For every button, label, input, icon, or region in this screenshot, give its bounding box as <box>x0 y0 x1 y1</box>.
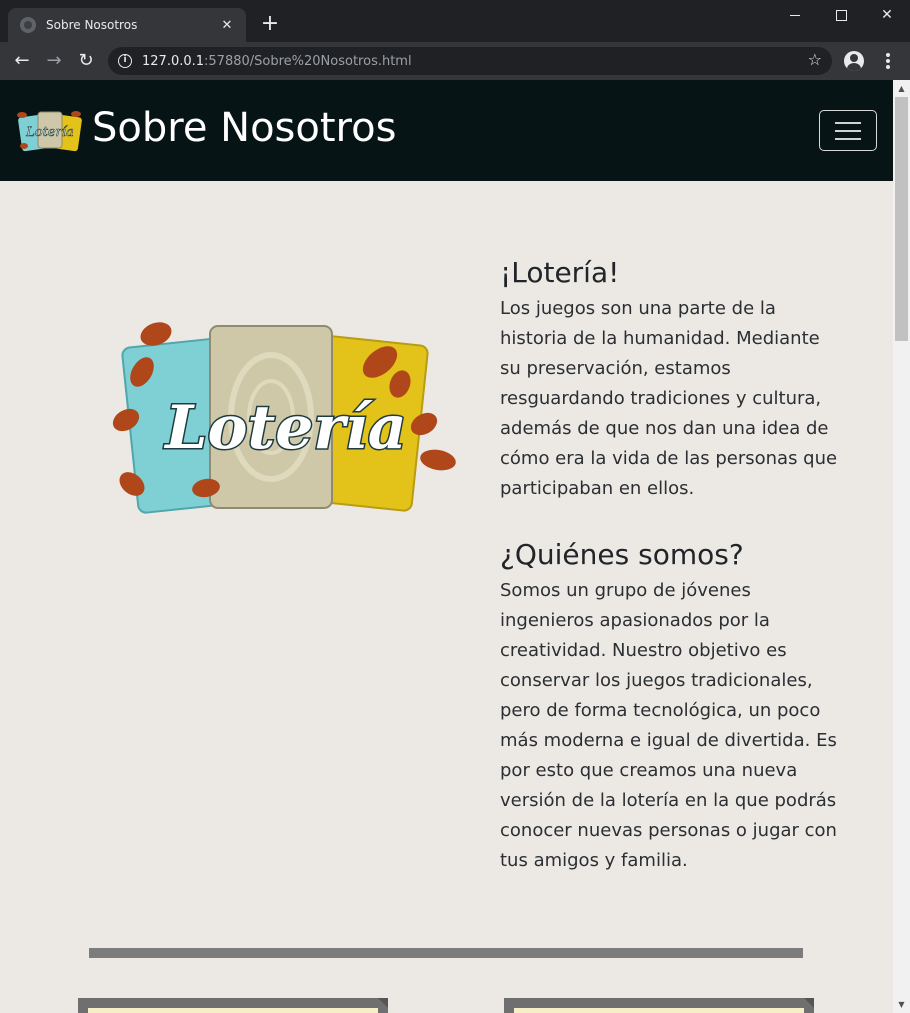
tab-close-icon[interactable]: ✕ <box>218 18 236 33</box>
hero-logo-text: Lotería <box>163 393 406 463</box>
new-tab-button[interactable]: + <box>258 12 282 36</box>
team-card-left <box>78 998 388 1013</box>
forward-button[interactable]: → <box>40 47 68 75</box>
bookmark-star-icon[interactable]: ☆ <box>808 50 822 69</box>
back-button[interactable]: ← <box>8 47 36 75</box>
loteria-brand-logo[interactable]: Lotería <box>16 106 84 154</box>
scroll-up-arrow-icon[interactable]: ▲ <box>893 80 910 97</box>
address-bar[interactable]: i 127.0.0.1:57880/Sobre%20Nosotros.html … <box>108 47 832 75</box>
profile-icon[interactable] <box>844 51 864 71</box>
brand-logo-text: Lotería <box>25 125 74 140</box>
scroll-down-arrow-icon[interactable]: ▼ <box>893 996 910 1013</box>
page-viewport: Lotería Sobre Nosotros Lotería ¡Lotería!… <box>0 80 893 1013</box>
tab-title: Sobre Nosotros <box>46 18 138 32</box>
section-title-quienes-somos: ¿Quiénes somos? <box>500 538 744 571</box>
window-close-button[interactable]: ✕ <box>864 0 910 30</box>
tab-strip: Sobre Nosotros ✕ + ✕ <box>0 0 910 42</box>
browser-menu-icon[interactable] <box>878 51 898 71</box>
tab-sobre-nosotros[interactable]: Sobre Nosotros ✕ <box>8 8 246 42</box>
site-info-icon[interactable]: i <box>118 54 132 68</box>
site-navbar: Lotería Sobre Nosotros <box>0 80 893 181</box>
url-text[interactable]: 127.0.0.1:57880/Sobre%20Nosotros.html <box>142 54 412 69</box>
navbar-toggler-button[interactable] <box>819 110 877 151</box>
scrollbar-thumb[interactable] <box>895 97 908 341</box>
minimize-button[interactable] <box>772 0 818 30</box>
section-title-loteria: ¡Lotería! <box>500 256 620 289</box>
about-content: ¡Lotería! Los juegos son una parte de la… <box>500 254 840 908</box>
section-body-loteria: Los juegos son una parte de la historia … <box>500 298 838 499</box>
url-host: 127.0.0.1 <box>142 53 205 69</box>
navbar-title[interactable]: Sobre Nosotros <box>92 100 396 156</box>
globe-icon <box>20 17 36 33</box>
section-body-quienes-somos: Somos un grupo de jóvenes ingenieros apa… <box>500 580 837 871</box>
team-card-right <box>504 998 814 1013</box>
section-divider <box>89 948 803 958</box>
browser-toolbar: ← → ↻ i 127.0.0.1:57880/Sobre%20Nosotros… <box>0 42 910 80</box>
page-scrollbar[interactable]: ▲ ▼ <box>893 80 910 1013</box>
loteria-hero-logo: Lotería <box>112 322 456 514</box>
team-card-left-inner <box>88 1008 378 1013</box>
url-path: :57880/Sobre%20Nosotros.html <box>204 53 412 69</box>
team-card-right-inner <box>514 1008 804 1013</box>
reload-button[interactable]: ↻ <box>72 47 100 75</box>
maximize-button[interactable] <box>818 0 864 30</box>
